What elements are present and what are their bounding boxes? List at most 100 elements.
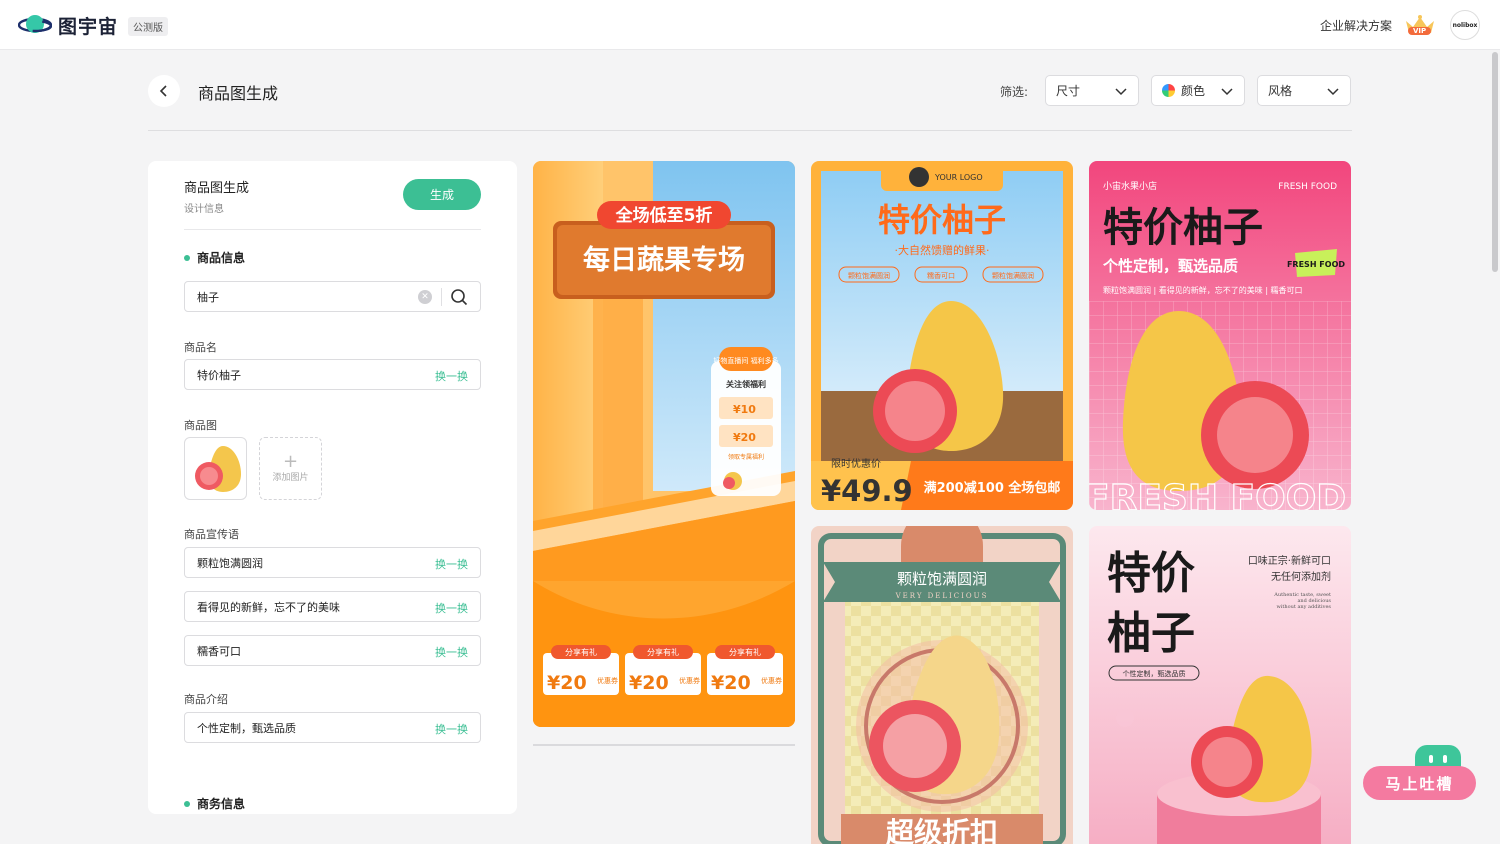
style-filter-dropdown[interactable]: 风格 (1257, 75, 1351, 106)
card-5-artwork: 特价 柚子 口味正宗·新鲜可口 无任何添加剂 Authentic taste, … (1089, 526, 1351, 844)
product-image-thumbnail[interactable] (184, 437, 247, 500)
swap-button[interactable]: 换一换 (435, 721, 468, 737)
chevron-down-icon (1221, 88, 1233, 96)
product-name-value: 特价柚子 (197, 368, 241, 382)
c1-coupon-note-3: 优惠券 (761, 676, 782, 685)
c3-badge: FRESH FOOD (1287, 260, 1345, 269)
add-image-button[interactable]: + 添加图片 (259, 437, 322, 500)
search-divider (441, 288, 442, 306)
slogan-value-3: 糯香可口 (197, 644, 241, 658)
intro-input[interactable]: 个性定制，甄选品质 换一换 (184, 712, 481, 743)
c1-banner-top: 全场低至5折 (615, 205, 713, 226)
page-scrollbar[interactable] (1492, 52, 1498, 272)
filter-label: 筛选: (1000, 85, 1029, 99)
beta-badge: 公测版 (128, 17, 168, 36)
add-image-label: 添加图片 (272, 473, 309, 483)
slogan-input-3[interactable]: 糯香可口 换一换 (184, 635, 481, 666)
card-column-divider (533, 744, 795, 746)
c4-ribbon: 颗粒饱满圆润 (897, 570, 987, 588)
brand-name[interactable]: 图宇宙 (58, 12, 118, 39)
swap-button[interactable]: 换一换 (435, 600, 468, 616)
section-dot-icon (184, 800, 190, 807)
c1-coupon-value-3: ¥20 (711, 672, 751, 694)
c1-share-label-3: 分享有礼 (729, 647, 761, 657)
c5-tag: 个性定制，甄选品质 (1123, 669, 1186, 678)
c5-note-2: 无任何添加剂 (1271, 570, 1331, 583)
swap-button[interactable]: 换一换 (435, 644, 468, 660)
c1-coupon-value-1: ¥20 (547, 672, 587, 694)
section-dot-icon (184, 254, 190, 261)
vip-crown-icon[interactable] (1404, 13, 1436, 39)
c1-share-label-2: 分享有礼 (647, 647, 679, 657)
c3-shop: 小宙水果小店 (1103, 180, 1157, 192)
c1-side-coupon-2: ¥20 (733, 431, 756, 444)
c3-tagline: 颗粒饱满圆润 | 看得见的新鲜，忘不了的美味 | 糯香可口 (1103, 285, 1303, 295)
product-search-value: 柚子 (197, 290, 219, 304)
c1-coupon-value-2: ¥20 (629, 672, 669, 694)
size-filter-dropdown[interactable]: 尺寸 (1045, 75, 1139, 106)
product-name-input[interactable]: 特价柚子 换一换 (184, 359, 481, 390)
result-card-3[interactable]: 小宙水果小店 FRESH FOOD 特价柚子 个性定制，甄选品质 FRESH F… (1089, 161, 1351, 510)
c1-coupon-note-2: 优惠券 (679, 676, 700, 685)
c3-bottom-text: FRESH FOOD (1089, 478, 1346, 510)
business-info-heading: 商务信息 (184, 795, 245, 812)
generate-button[interactable]: 生成 (403, 179, 481, 210)
user-avatar[interactable]: nolibox (1450, 10, 1480, 40)
plus-icon: + (282, 451, 299, 472)
swap-button[interactable]: 换一换 (435, 556, 468, 572)
slogan-value-2: 看得见的新鲜，忘不了的美味 (197, 600, 340, 614)
chevron-left-icon (159, 85, 167, 97)
search-icon[interactable] (450, 288, 468, 306)
result-card-4[interactable]: 颗粒饱满圆润 VERY DELICIOUS 超级折扣 (811, 526, 1073, 844)
top-nav-bar: 图宇宙 公测版 企业解决方案 VIP nolibox (0, 0, 1500, 50)
product-info-heading-text: 商品信息 (197, 251, 246, 265)
business-info-heading-text: 商务信息 (197, 797, 246, 811)
back-button[interactable] (148, 75, 180, 107)
result-card-1[interactable]: 全场低至5折 每日蔬果专场 好物直播间 福利多多 关注领福利 ¥10 ¥20 领… (533, 161, 795, 727)
card-4-artwork: 颗粒饱满圆润 VERY DELICIOUS 超级折扣 (811, 526, 1073, 844)
color-wheel-icon (1162, 84, 1175, 97)
enterprise-solutions-link[interactable]: 企业解决方案 (1320, 17, 1392, 34)
panel-title: 商品图生成 (184, 181, 250, 196)
product-info-heading: 商品信息 (184, 249, 245, 266)
c5-en-3: without any additives (1277, 604, 1332, 610)
chevron-down-icon (1327, 88, 1339, 96)
result-card-5[interactable]: 特价 柚子 口味正宗·新鲜可口 无任何添加剂 Authentic taste, … (1089, 526, 1351, 844)
slogan-value-1: 颗粒饱满圆润 (197, 556, 263, 570)
planet-logo-icon[interactable] (18, 12, 52, 38)
panel-divider (184, 229, 481, 230)
clear-icon[interactable]: ✕ (418, 290, 432, 304)
c5-title-line1: 特价 (1107, 548, 1195, 599)
c1-side-coupon-1: ¥10 (733, 403, 756, 416)
card-2-artwork: YOUR LOGO 特价柚子 ·大自然馈赠的鲜果· 颗粒饱满圆润 糯香可口 颗粒… (811, 161, 1073, 510)
c2-tag-2: 糯香可口 (927, 271, 955, 280)
color-filter-label: 颜色 (1181, 84, 1206, 98)
c2-promo: 满200减100 全场包邮 (924, 480, 1061, 496)
c1-side-bubble: 好物直播间 福利多多 (713, 356, 778, 365)
c2-tag-1: 颗粒饱满圆润 (848, 271, 890, 280)
c1-coupon-note-1: 优惠券 (597, 676, 618, 685)
size-filter-label: 尺寸 (1056, 84, 1081, 98)
feedback-button[interactable]: 马上吐槽 (1363, 766, 1476, 800)
c4-sub: VERY DELICIOUS (895, 592, 989, 600)
c2-title: 特价柚子 (878, 201, 1006, 239)
product-image-label: 商品图 (184, 419, 217, 432)
result-card-2[interactable]: YOUR LOGO 特价柚子 ·大自然馈赠的鲜果· 颗粒饱满圆润 糯香可口 颗粒… (811, 161, 1073, 510)
swap-button[interactable]: 换一换 (435, 368, 468, 384)
intro-label: 商品介绍 (184, 693, 228, 706)
product-search-input[interactable]: 柚子 ✕ (184, 281, 481, 312)
color-filter-dropdown[interactable]: 颜色 (1151, 75, 1245, 106)
slogan-label: 商品宣传语 (184, 528, 239, 541)
chevron-down-icon (1115, 88, 1127, 96)
design-info-panel: 商品图生成 设计信息 生成 商品信息 柚子 ✕ 商品名 特价柚子 换一换 商品图… (148, 161, 517, 814)
slogan-input-1[interactable]: 颗粒饱满圆润 换一换 (184, 547, 481, 578)
slogan-input-2[interactable]: 看得见的新鲜，忘不了的美味 换一换 (184, 591, 481, 622)
mascot-eye (1429, 755, 1433, 763)
panel-subtitle: 设计信息 (184, 204, 224, 215)
c1-side-tag: 领取专属福利 (728, 453, 764, 461)
c3-fresh: FRESH FOOD (1278, 182, 1337, 192)
c2-tag-3: 颗粒饱满圆润 (992, 271, 1034, 280)
card-3-artwork: 小宙水果小店 FRESH FOOD 特价柚子 个性定制，甄选品质 FRESH F… (1089, 161, 1351, 510)
card-1-artwork: 全场低至5折 每日蔬果专场 好物直播间 福利多多 关注领福利 ¥10 ¥20 领… (533, 161, 795, 727)
page-title: 商品图生成 (198, 84, 279, 103)
